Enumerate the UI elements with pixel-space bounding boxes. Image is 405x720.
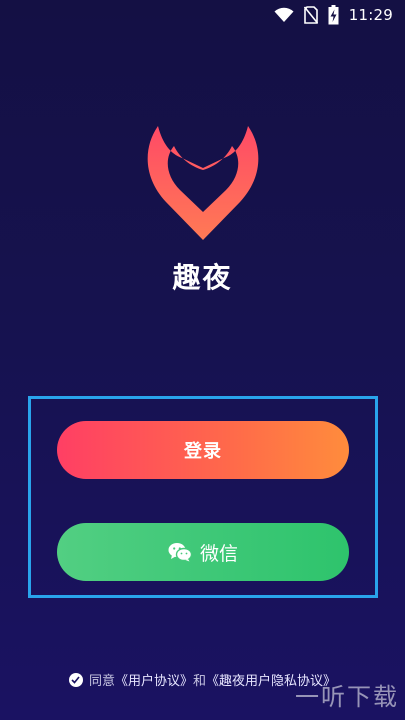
- wechat-login-button[interactable]: 微信: [57, 523, 349, 581]
- agree-checkbox[interactable]: [68, 672, 83, 687]
- status-time: 11:29: [348, 6, 393, 24]
- agreement-prefix: 同意: [88, 674, 115, 689]
- wechat-button-label: 微信: [199, 542, 238, 565]
- wechat-icon: [168, 543, 192, 562]
- user-agreement-link[interactable]: 《用户协议》: [115, 674, 193, 689]
- battery-charging-icon: [328, 5, 339, 25]
- login-button-label: 登录: [184, 441, 222, 462]
- agreement-and: 和: [193, 674, 207, 689]
- check-icon: [71, 675, 81, 684]
- app-title: 趣夜: [172, 261, 233, 294]
- wifi-icon: [274, 7, 294, 22]
- heart-logo-icon: [147, 126, 259, 240]
- status-bar: 11:29: [0, 0, 405, 30]
- no-sim-icon: [303, 6, 318, 24]
- login-button[interactable]: 登录: [57, 421, 349, 479]
- watermark: 一听下载: [295, 683, 399, 711]
